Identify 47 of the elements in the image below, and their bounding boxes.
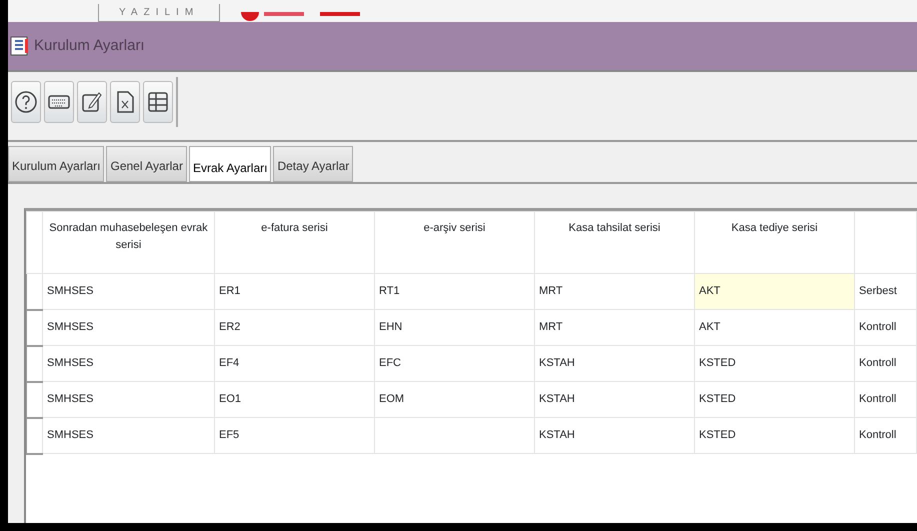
table-cell: RT1: [374, 274, 534, 310]
table-cell: KSTAH: [534, 346, 694, 382]
edit-button[interactable]: [77, 81, 107, 123]
table-cell: SMHSES: [42, 418, 214, 454]
table-cell: EOM: [374, 382, 534, 418]
table-cell: KSTED: [694, 382, 854, 418]
table-cell: EF5: [214, 418, 374, 454]
edit-icon: [80, 90, 104, 114]
table-cell: AKT: [694, 310, 854, 346]
table-cell: MRT: [534, 274, 694, 310]
table-cell: SMHSES: [42, 310, 214, 346]
table-cell: Serbest: [854, 274, 916, 310]
tab[interactable]: Kurulum Ayarları: [8, 146, 104, 182]
excel-file-button[interactable]: [110, 81, 140, 123]
table-cell: Kontroll: [854, 346, 916, 382]
table-cell: SMHSES: [42, 274, 214, 310]
tab[interactable]: Evrak Ayarları: [188, 146, 272, 182]
tab[interactable]: Genel Ayarlar: [106, 146, 187, 182]
table-button[interactable]: [143, 81, 173, 123]
table-cell: KSTED: [694, 346, 854, 382]
column-header[interactable]: e-fatura serisi: [214, 212, 374, 274]
column-header[interactable]: Kasa tahsilat serisi: [534, 212, 694, 274]
tab[interactable]: Detay Ayarlar: [273, 146, 354, 182]
column-header[interactable]: e-arşiv serisi: [374, 212, 534, 274]
table-cell: EFC: [374, 346, 534, 382]
table-cell: Kontroll: [854, 382, 916, 418]
table-cell: ER2: [214, 310, 374, 346]
keyboard-button[interactable]: [44, 81, 74, 123]
help-button[interactable]: [11, 81, 41, 123]
table-cell: SMHSES: [42, 346, 214, 382]
table-cell: Kontroll: [854, 310, 916, 346]
table-cell: EHN: [374, 310, 534, 346]
table-cell: ER1: [214, 274, 374, 310]
table-cell: EF4: [214, 346, 374, 382]
window-title: Kurulum Ayarları: [34, 36, 145, 56]
table-cell: EO1: [214, 382, 374, 418]
table-cell: KSTAH: [534, 382, 694, 418]
table-icon: [146, 90, 170, 114]
table-cell: AKT: [694, 274, 854, 310]
table-cell: MRT: [534, 310, 694, 346]
table-cell: Kontroll: [854, 418, 916, 454]
table-cell: SMHSES: [42, 382, 214, 418]
help-icon: [14, 90, 38, 114]
column-header[interactable]: Sonradan muhasebeleşen evrak serisi: [42, 212, 214, 274]
book-icon: [10, 36, 30, 56]
table-cell: KSTED: [694, 418, 854, 454]
table-cell: KSTAH: [534, 418, 694, 454]
